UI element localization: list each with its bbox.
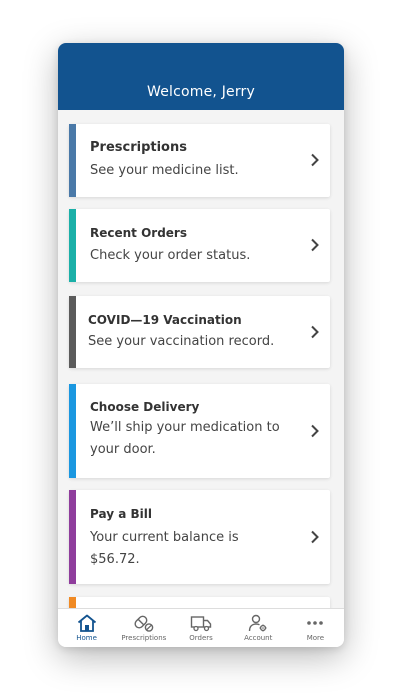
card-subtitle: Your current balance is $56.72. xyxy=(90,530,239,567)
card-partial[interactable] xyxy=(69,597,330,608)
tab-home[interactable]: Home xyxy=(58,609,115,647)
user-gear-icon xyxy=(249,614,267,632)
chevron-right-icon xyxy=(311,530,319,544)
chevron-right-icon xyxy=(311,424,319,438)
dashboard-list: Prescriptions See your medicine list. Re… xyxy=(58,110,344,608)
welcome-title: Welcome, Jerry xyxy=(146,84,256,100)
card-choose-delivery[interactable]: Choose Delivery We’ll ship your medicati… xyxy=(69,384,330,478)
card-prescriptions[interactable]: Prescriptions See your medicine list. xyxy=(69,124,330,197)
tab-more[interactable]: More xyxy=(287,609,344,647)
tab-orders[interactable]: Orders xyxy=(172,609,229,647)
chevron-right-icon xyxy=(311,153,319,167)
tab-label: Account xyxy=(244,634,273,642)
card-title: COVID—19 Vaccination xyxy=(88,313,242,327)
card-accent-bar xyxy=(69,296,76,368)
pill-icon xyxy=(134,615,154,632)
truck-icon xyxy=(190,616,212,632)
card-subtitle: See your vaccination record. xyxy=(88,334,275,349)
more-dots-icon xyxy=(307,621,324,625)
card-accent-bar xyxy=(69,490,76,584)
tab-label: More xyxy=(306,634,325,642)
tab-label: Home xyxy=(76,634,97,642)
chevron-right-icon xyxy=(311,325,319,339)
card-recent-orders[interactable]: Recent Orders Check your order status. xyxy=(69,209,330,282)
card-accent-bar xyxy=(69,209,76,282)
phone-screen: Welcome, Jerry Prescriptions See your me… xyxy=(58,43,344,647)
card-accent-bar xyxy=(69,384,76,478)
card-pay-bill[interactable]: Pay a Bill Your current balance is $56.7… xyxy=(69,490,330,584)
card-subtitle: We’ll ship your medication to your door. xyxy=(90,420,280,457)
card-subtitle: See your medicine list. xyxy=(90,163,239,178)
card-title: Recent Orders xyxy=(90,226,187,240)
card-accent-bar xyxy=(69,597,76,608)
card-covid-vaccination[interactable]: COVID—19 Vaccination See your vaccinatio… xyxy=(69,296,330,368)
card-subtitle: Check your order status. xyxy=(90,248,251,263)
tab-label: Orders xyxy=(189,634,213,642)
card-title: Prescriptions xyxy=(90,140,187,155)
card-title: Pay a Bill xyxy=(90,507,152,521)
bottom-tab-bar: Home Prescriptions Orders Account More xyxy=(58,608,344,647)
card-title: Choose Delivery xyxy=(90,400,200,414)
chevron-right-icon xyxy=(311,238,319,252)
tab-prescriptions[interactable]: Prescriptions xyxy=(115,609,172,647)
tab-label: Prescriptions xyxy=(121,634,167,642)
home-icon xyxy=(77,614,96,632)
app-header: Welcome, Jerry xyxy=(58,43,344,110)
tab-account[interactable]: Account xyxy=(230,609,287,647)
card-accent-bar xyxy=(69,124,76,197)
